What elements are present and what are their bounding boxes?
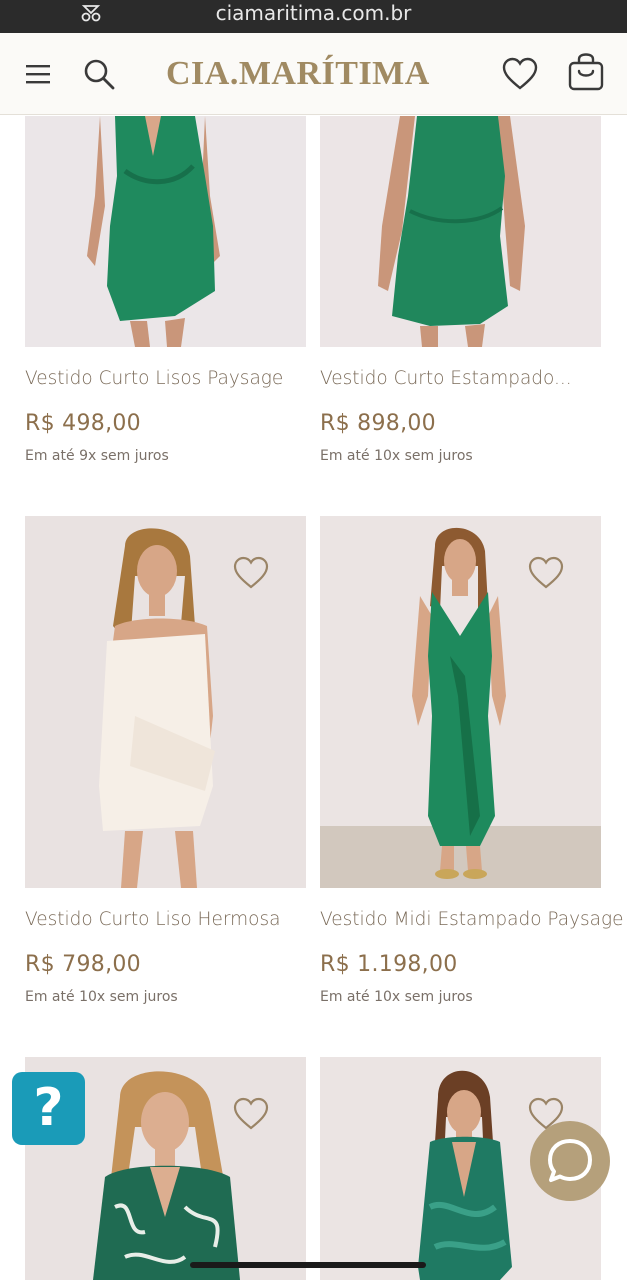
product-grid: Vestido Curto Lisos Paysage R$ 498,00 Em… bbox=[0, 116, 627, 1280]
heart-icon[interactable] bbox=[233, 556, 269, 590]
product-price: R$ 798,00 bbox=[25, 952, 141, 977]
search-icon[interactable] bbox=[82, 57, 116, 91]
product-price: R$ 1.198,00 bbox=[320, 952, 458, 977]
heart-icon[interactable] bbox=[528, 556, 564, 590]
product-installments: Em até 10x sem juros bbox=[320, 448, 473, 464]
product-installments: Em até 10x sem juros bbox=[25, 989, 178, 1005]
brand-logo[interactable]: CIA.MARÍTIMA bbox=[166, 54, 430, 94]
chat-button[interactable] bbox=[530, 1121, 610, 1201]
heart-icon[interactable] bbox=[502, 57, 538, 91]
product-card[interactable]: Vestido Curto Estampado... R$ 898,00 Em … bbox=[320, 116, 602, 476]
product-name[interactable]: Vestido Curto Lisos Paysage bbox=[25, 368, 283, 389]
chat-bubble-icon bbox=[548, 1139, 592, 1182]
dress-photo bbox=[87, 116, 220, 347]
product-price: R$ 498,00 bbox=[25, 411, 141, 436]
product-card[interactable]: Vestido Midi Estampado Paysage R$ 1.198,… bbox=[320, 516, 623, 1016]
browser-url-bar[interactable]: ciamaritima.com.br bbox=[0, 0, 627, 33]
product-price: R$ 898,00 bbox=[320, 411, 436, 436]
product-image[interactable] bbox=[25, 116, 306, 347]
site-header: CIA.MARÍTIMA bbox=[0, 33, 627, 115]
menu-icon[interactable] bbox=[24, 61, 52, 87]
heart-icon[interactable] bbox=[233, 1097, 269, 1131]
product-name[interactable]: Vestido Curto Liso Hermosa bbox=[25, 909, 280, 930]
product-installments: Em até 10x sem juros bbox=[320, 989, 473, 1005]
shopping-bag-icon[interactable] bbox=[568, 53, 604, 91]
product-image[interactable] bbox=[320, 116, 601, 347]
dress-photo bbox=[378, 116, 525, 347]
product-installments: Em até 9x sem juros bbox=[25, 448, 169, 464]
product-name[interactable]: Vestido Curto Estampado... bbox=[320, 368, 572, 389]
product-card[interactable]: Vestido Curto Lisos Paysage R$ 498,00 Em… bbox=[25, 116, 307, 476]
home-indicator bbox=[190, 1262, 426, 1268]
product-card[interactable]: Vestido Curto Liso Hermosa R$ 798,00 Em … bbox=[25, 516, 307, 1016]
product-name[interactable]: Vestido Midi Estampado Paysage bbox=[320, 909, 623, 930]
url-text[interactable]: ciamaritima.com.br bbox=[0, 1, 627, 25]
help-button[interactable]: ? bbox=[12, 1072, 85, 1145]
